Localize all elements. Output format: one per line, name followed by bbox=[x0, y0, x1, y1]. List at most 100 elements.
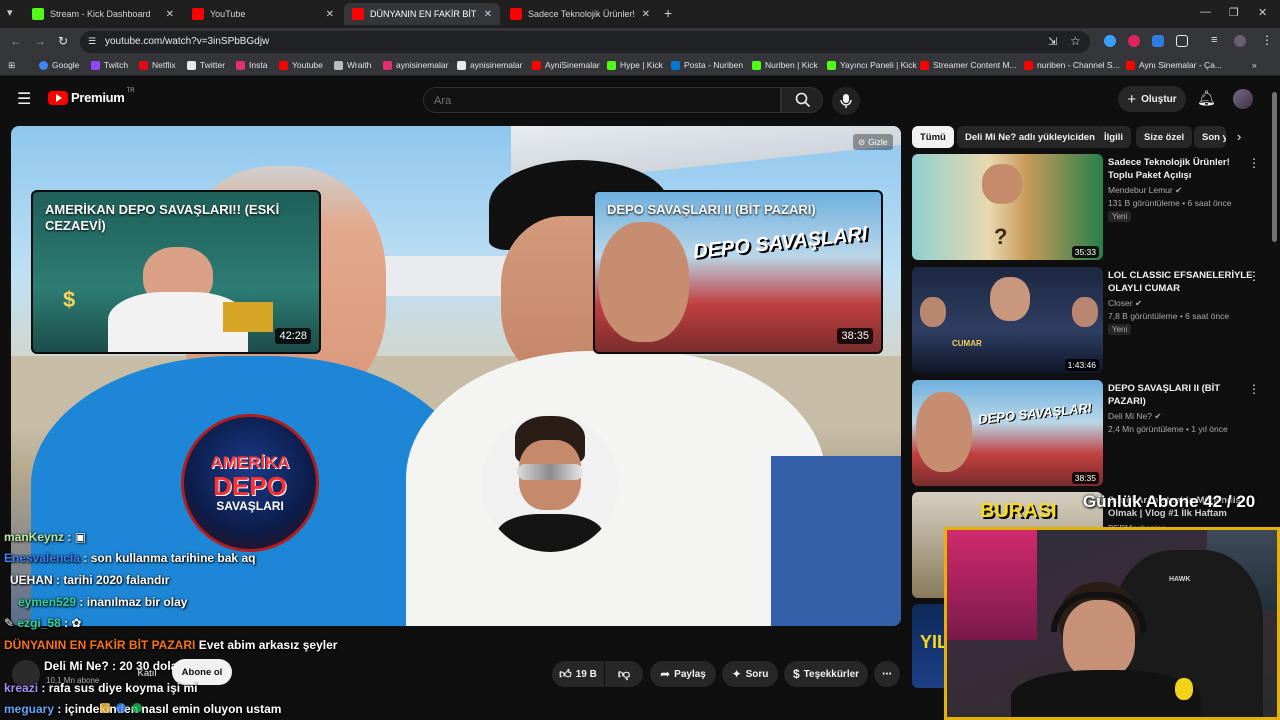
recommendation-item[interactable]: DEPO SAVAŞLARI 38:35 DEPO SAVAŞLARI II (… bbox=[912, 380, 1264, 488]
youtube-icon bbox=[510, 8, 522, 20]
extension-icon[interactable] bbox=[1128, 35, 1140, 47]
hamburger-menu-icon[interactable]: ☰ bbox=[17, 89, 31, 109]
more-bookmarks-icon[interactable]: » bbox=[1252, 60, 1257, 70]
channel-label: Deli Mi Ne? bbox=[1108, 411, 1152, 421]
bookmark-hype-kick[interactable]: Hype | Kick bbox=[607, 60, 663, 70]
video-thumbnail[interactable]: YIL bbox=[912, 604, 948, 688]
more-actions-button[interactable]: ⋯ bbox=[874, 661, 900, 687]
share-icon: ➦ bbox=[660, 667, 671, 681]
search-input[interactable] bbox=[434, 93, 764, 109]
notifications-bell-icon[interactable]: 🔔︎ bbox=[1197, 89, 1216, 107]
tab-kick-dashboard[interactable]: Stream - Kick Dashboard ✕ bbox=[24, 3, 182, 25]
chat-username: DÜNYANIN EN FAKİR BİT PAZARI bbox=[4, 638, 196, 652]
bookmark-nuriben-kick[interactable]: Nuriben | Kick bbox=[752, 60, 818, 70]
profile-avatar[interactable] bbox=[1234, 35, 1246, 47]
reading-list-icon[interactable]: ≡ bbox=[1211, 34, 1217, 46]
bookmark-posta[interactable]: Posta - Nuriben bbox=[671, 60, 743, 70]
search-button[interactable] bbox=[781, 87, 823, 113]
share-button[interactable]: ➦ Paylaş bbox=[650, 661, 716, 687]
tab-active-video[interactable]: DÜNYANIN EN FAKİR BİT PAZA ✕ bbox=[344, 3, 500, 25]
folder-icon[interactable] bbox=[100, 703, 110, 713]
kick-icon bbox=[32, 8, 44, 20]
address-bar[interactable]: ☰ youtube.com/watch?v=3inSPbBGdjw ⇲ ☆ bbox=[80, 31, 1090, 53]
close-icon[interactable]: ✕ bbox=[326, 9, 334, 20]
bookmark-aynisinemalar-yt[interactable]: AyniSinemalar bbox=[532, 60, 600, 70]
window-close-icon[interactable]: ✕ bbox=[1258, 6, 1267, 19]
subscribe-channel-endcard[interactable] bbox=[481, 414, 619, 552]
account-avatar[interactable] bbox=[1233, 89, 1253, 109]
extension-icon[interactable] bbox=[1104, 35, 1116, 47]
chat-username: Enesvalencia bbox=[4, 551, 81, 565]
close-icon[interactable]: ✕ bbox=[484, 9, 492, 20]
reload-icon[interactable]: ↻ bbox=[58, 34, 68, 48]
chip-for-you[interactable]: Size özel bbox=[1136, 126, 1193, 148]
bookmark-youtube[interactable]: Youtube bbox=[279, 60, 323, 70]
bookmark-channel-studio[interactable]: nuriben - Channel S... bbox=[1024, 60, 1120, 70]
bookmark-yayinci-paneli[interactable]: Yayıncı Paneli | Kick bbox=[827, 60, 917, 70]
voice-search-button[interactable] bbox=[832, 87, 860, 115]
ask-button[interactable]: ✦ Soru bbox=[722, 661, 778, 687]
bookmark-label: Twitter bbox=[200, 60, 226, 70]
bookmark-twitch[interactable]: Twitch bbox=[91, 60, 128, 70]
bookmark-wraith[interactable]: Wraith bbox=[334, 60, 371, 70]
extensions-puzzle-icon[interactable] bbox=[1176, 35, 1188, 47]
browser-menu-icon[interactable]: ⋮ bbox=[1261, 33, 1273, 47]
close-icon[interactable]: ✕ bbox=[166, 9, 174, 20]
bookmark-label: Youtube bbox=[292, 60, 323, 70]
site-info-icon[interactable]: ☰ bbox=[88, 36, 96, 47]
bookmark-star-icon[interactable]: ☆ bbox=[1070, 34, 1081, 48]
browser-icon[interactable] bbox=[116, 703, 126, 713]
back-icon[interactable]: ← bbox=[10, 34, 22, 48]
thanks-button[interactable]: $ Teşekkürler bbox=[784, 661, 868, 687]
like-button[interactable]: 👍︎ 19 B bbox=[552, 661, 604, 687]
bookmark-twitter[interactable]: Twitter bbox=[187, 60, 225, 70]
tab-recommendation[interactable]: Sadece Teknolojik Ürünler! Topl ✕ bbox=[502, 3, 658, 25]
bookmark-insta[interactable]: Insta bbox=[236, 60, 267, 70]
create-label: Oluştur bbox=[1141, 93, 1177, 105]
chip-all[interactable]: Tümü bbox=[912, 126, 954, 148]
chip-from-uploader[interactable]: Deli Mi Ne? adlı yükleyiciden bbox=[957, 126, 1103, 148]
shield-icon[interactable] bbox=[1152, 35, 1164, 47]
bookmark-netflix[interactable]: Netflix bbox=[139, 60, 176, 70]
endcard-video-1[interactable]: $ AMERİKAN DEPO SAVAŞLARI!! (ESKİ CEZAEV… bbox=[31, 190, 321, 354]
recommendation-item[interactable]: CUMAR 1:43:46 LOL CLASSIC EFSANELERİYLE … bbox=[912, 267, 1264, 375]
chip-related[interactable]: İlgili bbox=[1096, 126, 1131, 148]
kebab-menu-icon[interactable]: ⋮ bbox=[1248, 382, 1260, 396]
bookmark-aynisinemalar-insta[interactable]: aynisinemalar bbox=[383, 60, 448, 70]
bookmark-streamer-content[interactable]: Streamer Content M... bbox=[920, 60, 1017, 70]
recommendation-item[interactable]: ? 35:33 Sadece Teknolojik Ürünler! Toplu… bbox=[912, 154, 1264, 262]
channel-logo-endcard[interactable]: AMERİKA DEPO SAVAŞLARI bbox=[181, 414, 319, 552]
channel-label: Mendebur Lemur bbox=[1108, 185, 1173, 195]
league-logo: CUMAR bbox=[952, 339, 982, 348]
tab-title: YouTube bbox=[210, 9, 246, 19]
install-icon[interactable]: ⇲ bbox=[1048, 35, 1057, 48]
spotify-icon[interactable] bbox=[132, 703, 142, 713]
apps-icon[interactable]: ⊞ bbox=[8, 60, 15, 71]
close-icon[interactable]: ✕ bbox=[642, 9, 650, 20]
tab-youtube[interactable]: YouTube ✕ bbox=[184, 3, 342, 25]
create-button[interactable]: + Oluştur bbox=[1118, 86, 1186, 112]
jacket bbox=[497, 514, 603, 552]
tab-search-icon[interactable]: ▾ bbox=[7, 6, 13, 19]
video-meta: 2,4 Mn görüntüleme • 1 yıl önce bbox=[1108, 424, 1228, 434]
page-scrollbar[interactable] bbox=[1272, 92, 1277, 242]
channel-name: Deli Mi Ne? ✔ bbox=[1108, 411, 1161, 422]
kebab-menu-icon[interactable]: ⋮ bbox=[1248, 156, 1260, 170]
forward-icon[interactable]: → bbox=[34, 34, 46, 48]
bookmark-label: Posta - Nuriben bbox=[684, 60, 744, 70]
bookmark-aynisinemalar-x[interactable]: aynisinemalar bbox=[457, 60, 522, 70]
new-tab-button[interactable]: + bbox=[664, 5, 672, 21]
youtube-premium-logo[interactable]: Premium TR bbox=[48, 88, 135, 105]
wraith-icon bbox=[334, 60, 343, 70]
chip-recent[interactable]: Son y bbox=[1194, 126, 1226, 148]
dislike-button[interactable]: 👎︎ bbox=[605, 661, 643, 687]
bookmark-ayni-sinemalar[interactable]: Aynı Sinemalar - Ça... bbox=[1126, 60, 1222, 70]
minimize-icon[interactable]: — bbox=[1200, 6, 1211, 18]
endcard-video-2[interactable]: DEPO SAVAŞLARI DEPO SAVAŞLARI II (BİT PA… bbox=[593, 190, 883, 354]
restore-icon[interactable]: ❐ bbox=[1229, 6, 1239, 19]
hide-endcards-button[interactable]: ⊘ Gizle bbox=[853, 134, 893, 150]
kebab-menu-icon[interactable]: ⋮ bbox=[1248, 269, 1260, 283]
bookmark-google[interactable]: Google bbox=[39, 60, 79, 70]
webcam-overlay: HAWK bbox=[944, 527, 1280, 720]
chevron-right-icon[interactable]: › bbox=[1237, 129, 1241, 144]
